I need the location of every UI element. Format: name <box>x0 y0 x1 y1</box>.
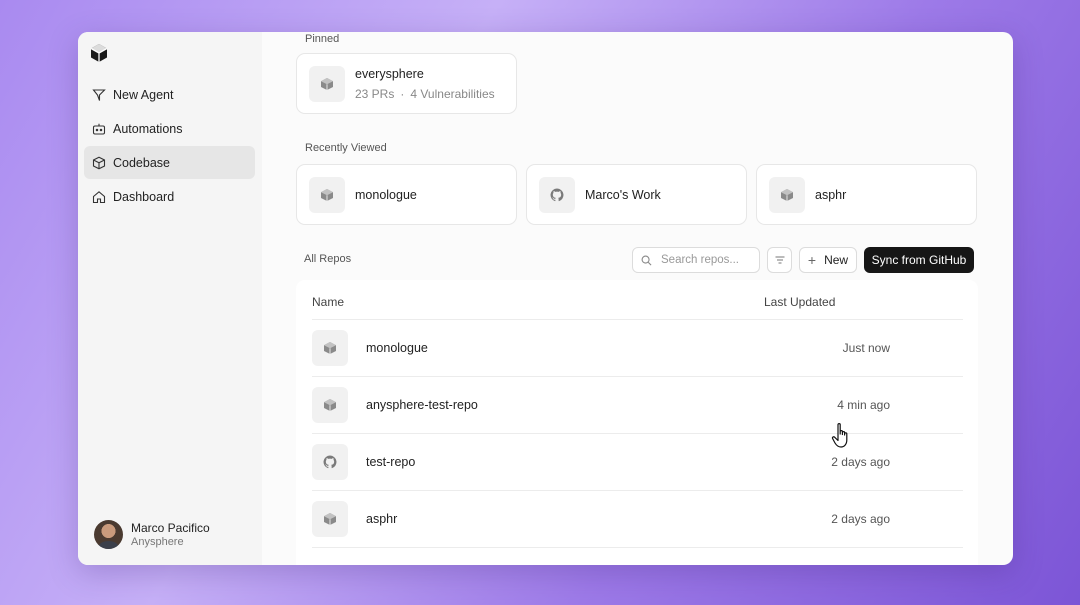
logo-icon[interactable] <box>90 43 108 63</box>
filter-button[interactable] <box>767 247 792 273</box>
all-repos-label: All Repos <box>304 253 352 265</box>
recent-repo-name: monologue <box>355 187 417 202</box>
recent-repo-card[interactable]: Marco's Work <box>526 164 747 225</box>
sidebar-item-label: Codebase <box>113 155 170 170</box>
repo-updated: 4 min ago <box>837 398 890 412</box>
cube-icon <box>312 330 348 366</box>
plus-icon: + <box>807 252 817 268</box>
recent-repo-card[interactable]: asphr <box>756 164 977 225</box>
sidebar-item-automations[interactable]: Automations <box>84 112 255 145</box>
pinned-repo-meta: 23 PRs · 4 Vulnerabilities <box>355 86 495 101</box>
sidebar: New Agent Automations Codebase Dashboard <box>78 32 262 565</box>
vulnerability-count: 4 Vulnerabilities <box>410 86 495 101</box>
sync-from-github-button[interactable]: Sync from GitHub <box>864 247 974 273</box>
repo-updated: 2 days ago <box>831 455 890 469</box>
table-row[interactable]: monologue Just now <box>312 319 963 376</box>
cube-icon <box>309 176 345 213</box>
recent-repo-name: Marco's Work <box>585 187 661 202</box>
recent-repo-name: asphr <box>815 187 847 202</box>
sidebar-item-dashboard[interactable]: Dashboard <box>84 180 255 213</box>
search-box[interactable] <box>632 247 760 273</box>
sidebar-item-label: Automations <box>113 121 183 136</box>
recently-viewed-label: Recently Viewed <box>305 142 387 154</box>
github-icon <box>539 176 575 213</box>
table-row[interactable]: asphr 2 days ago <box>312 490 963 547</box>
pinned-label: Pinned <box>305 33 340 45</box>
search-icon <box>641 255 652 265</box>
pinned-repo-name: everysphere <box>355 66 424 81</box>
sidebar-item-new-agent[interactable]: New Agent <box>84 78 255 111</box>
repo-updated: 2 days ago <box>831 512 890 526</box>
cube-icon <box>309 65 345 102</box>
user-name: Marco Pacifico <box>131 520 210 535</box>
column-header-name[interactable]: Name <box>312 295 344 309</box>
search-input[interactable] <box>661 254 751 266</box>
user-org: Anysphere <box>131 535 184 548</box>
table-row[interactable]: test-repo 2 days ago <box>312 433 963 490</box>
table-row[interactable]: anysphere-test-repo 4 min ago <box>312 376 963 433</box>
repo-updated: Just now <box>842 341 890 355</box>
avatar <box>94 520 123 549</box>
main-content: Pinned everysphere 23 PRs · 4 Vulnerabilit… <box>262 32 1013 565</box>
recent-repo-card[interactable]: monologue <box>296 164 517 225</box>
sidebar-item-label: New Agent <box>113 87 174 102</box>
sidebar-item-label: Dashboard <box>113 189 175 204</box>
cube-icon <box>92 156 106 170</box>
table-row[interactable] <box>312 547 963 565</box>
cube-icon <box>769 176 805 213</box>
pinned-repo-card[interactable]: everysphere 23 PRs · 4 Vulnerabilities <box>296 53 517 114</box>
cube-icon <box>312 387 348 423</box>
hand-cursor-icon <box>831 423 848 448</box>
bot-icon <box>92 122 106 136</box>
pr-count: 23 PRs <box>355 86 395 101</box>
sidebar-nav: New Agent Automations Codebase Dashboard <box>84 78 255 214</box>
filter-icon <box>775 256 784 264</box>
repos-table: Name Last Updated monologue Just now any… <box>296 280 978 565</box>
new-repo-button[interactable]: + New <box>799 247 857 273</box>
user-profile[interactable]: Marco Pacifico Anysphere <box>94 520 210 549</box>
home-icon <box>92 190 106 204</box>
sidebar-item-codebase[interactable]: Codebase <box>84 146 255 179</box>
column-header-last-updated[interactable]: Last Updated <box>764 295 835 309</box>
cube-icon <box>312 501 348 537</box>
app-window: New Agent Automations Codebase Dashboard <box>78 32 1013 565</box>
github-icon <box>312 444 348 480</box>
send-icon <box>92 88 106 102</box>
new-button-label: New <box>824 253 849 267</box>
